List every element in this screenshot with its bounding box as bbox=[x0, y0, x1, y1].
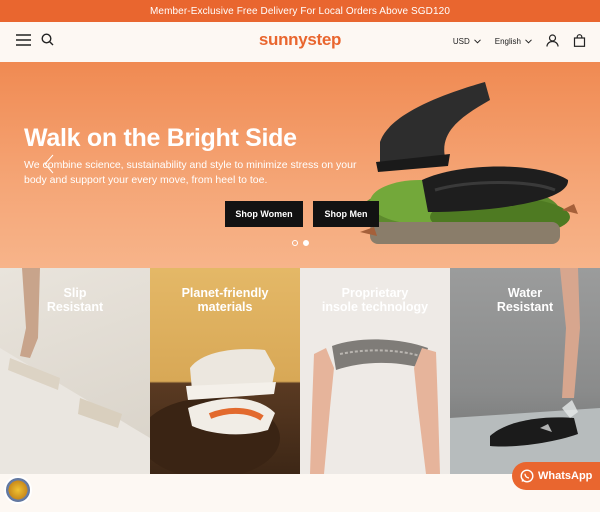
tile-label-line1: Proprietary bbox=[341, 286, 409, 300]
tile-water-resistant[interactable]: Water Resistant bbox=[450, 268, 600, 474]
tile-label-line2: Resistant bbox=[496, 300, 554, 314]
tile-label-line2: insole technology bbox=[321, 300, 429, 314]
language-selector[interactable]: English bbox=[495, 37, 532, 46]
currency-label: USD bbox=[452, 37, 470, 46]
cart-icon[interactable] bbox=[573, 34, 586, 49]
whatsapp-icon bbox=[520, 469, 534, 483]
announcement-text: Member-Exclusive Free Delivery For Local… bbox=[150, 5, 450, 17]
hero-subtitle: We combine science, sustainability and s… bbox=[24, 159, 357, 186]
page-bottom-area bbox=[0, 474, 600, 512]
tile-slip-resistant[interactable]: Slip Resistant bbox=[0, 268, 150, 474]
hero-title: Walk on the Bright Side bbox=[24, 124, 297, 152]
shop-men-button[interactable]: Shop Men bbox=[313, 201, 379, 227]
tile-label-line2: materials bbox=[197, 300, 253, 314]
chevron-down-icon bbox=[473, 39, 481, 44]
tile-label-line1: Water bbox=[507, 286, 543, 300]
tile-label-line1: Planet-friendly bbox=[181, 286, 269, 300]
rewards-badge-icon[interactable] bbox=[4, 476, 32, 504]
tile-insole-technology[interactable]: Proprietary insole technology bbox=[300, 268, 450, 474]
account-icon[interactable] bbox=[546, 34, 559, 49]
hero-shoe-illustration bbox=[360, 82, 578, 244]
announcement-bar: Member-Exclusive Free Delivery For Local… bbox=[0, 0, 600, 22]
hero-banner: Walk on the Bright Side We combine scien… bbox=[0, 62, 600, 268]
tile-planet-friendly[interactable]: Planet-friendly materials bbox=[150, 268, 300, 474]
tile-label-line2: Resistant bbox=[46, 300, 104, 314]
shop-women-button[interactable]: Shop Women bbox=[225, 201, 303, 227]
language-label: English bbox=[494, 37, 521, 46]
slide-indicator bbox=[292, 240, 309, 246]
whatsapp-button[interactable]: WhatsApp bbox=[512, 462, 600, 490]
whatsapp-label: WhatsApp bbox=[538, 470, 593, 482]
feature-tiles: Slip Resistant Planet-friendly materials… bbox=[0, 268, 600, 474]
site-header: sunnystep USD English bbox=[0, 22, 600, 62]
tile-label-line1: Slip bbox=[63, 286, 87, 300]
currency-selector[interactable]: USD bbox=[453, 37, 481, 46]
slide-dot-2[interactable] bbox=[303, 240, 309, 246]
chevron-down-icon bbox=[525, 39, 532, 44]
slide-dot-1[interactable] bbox=[292, 240, 298, 246]
